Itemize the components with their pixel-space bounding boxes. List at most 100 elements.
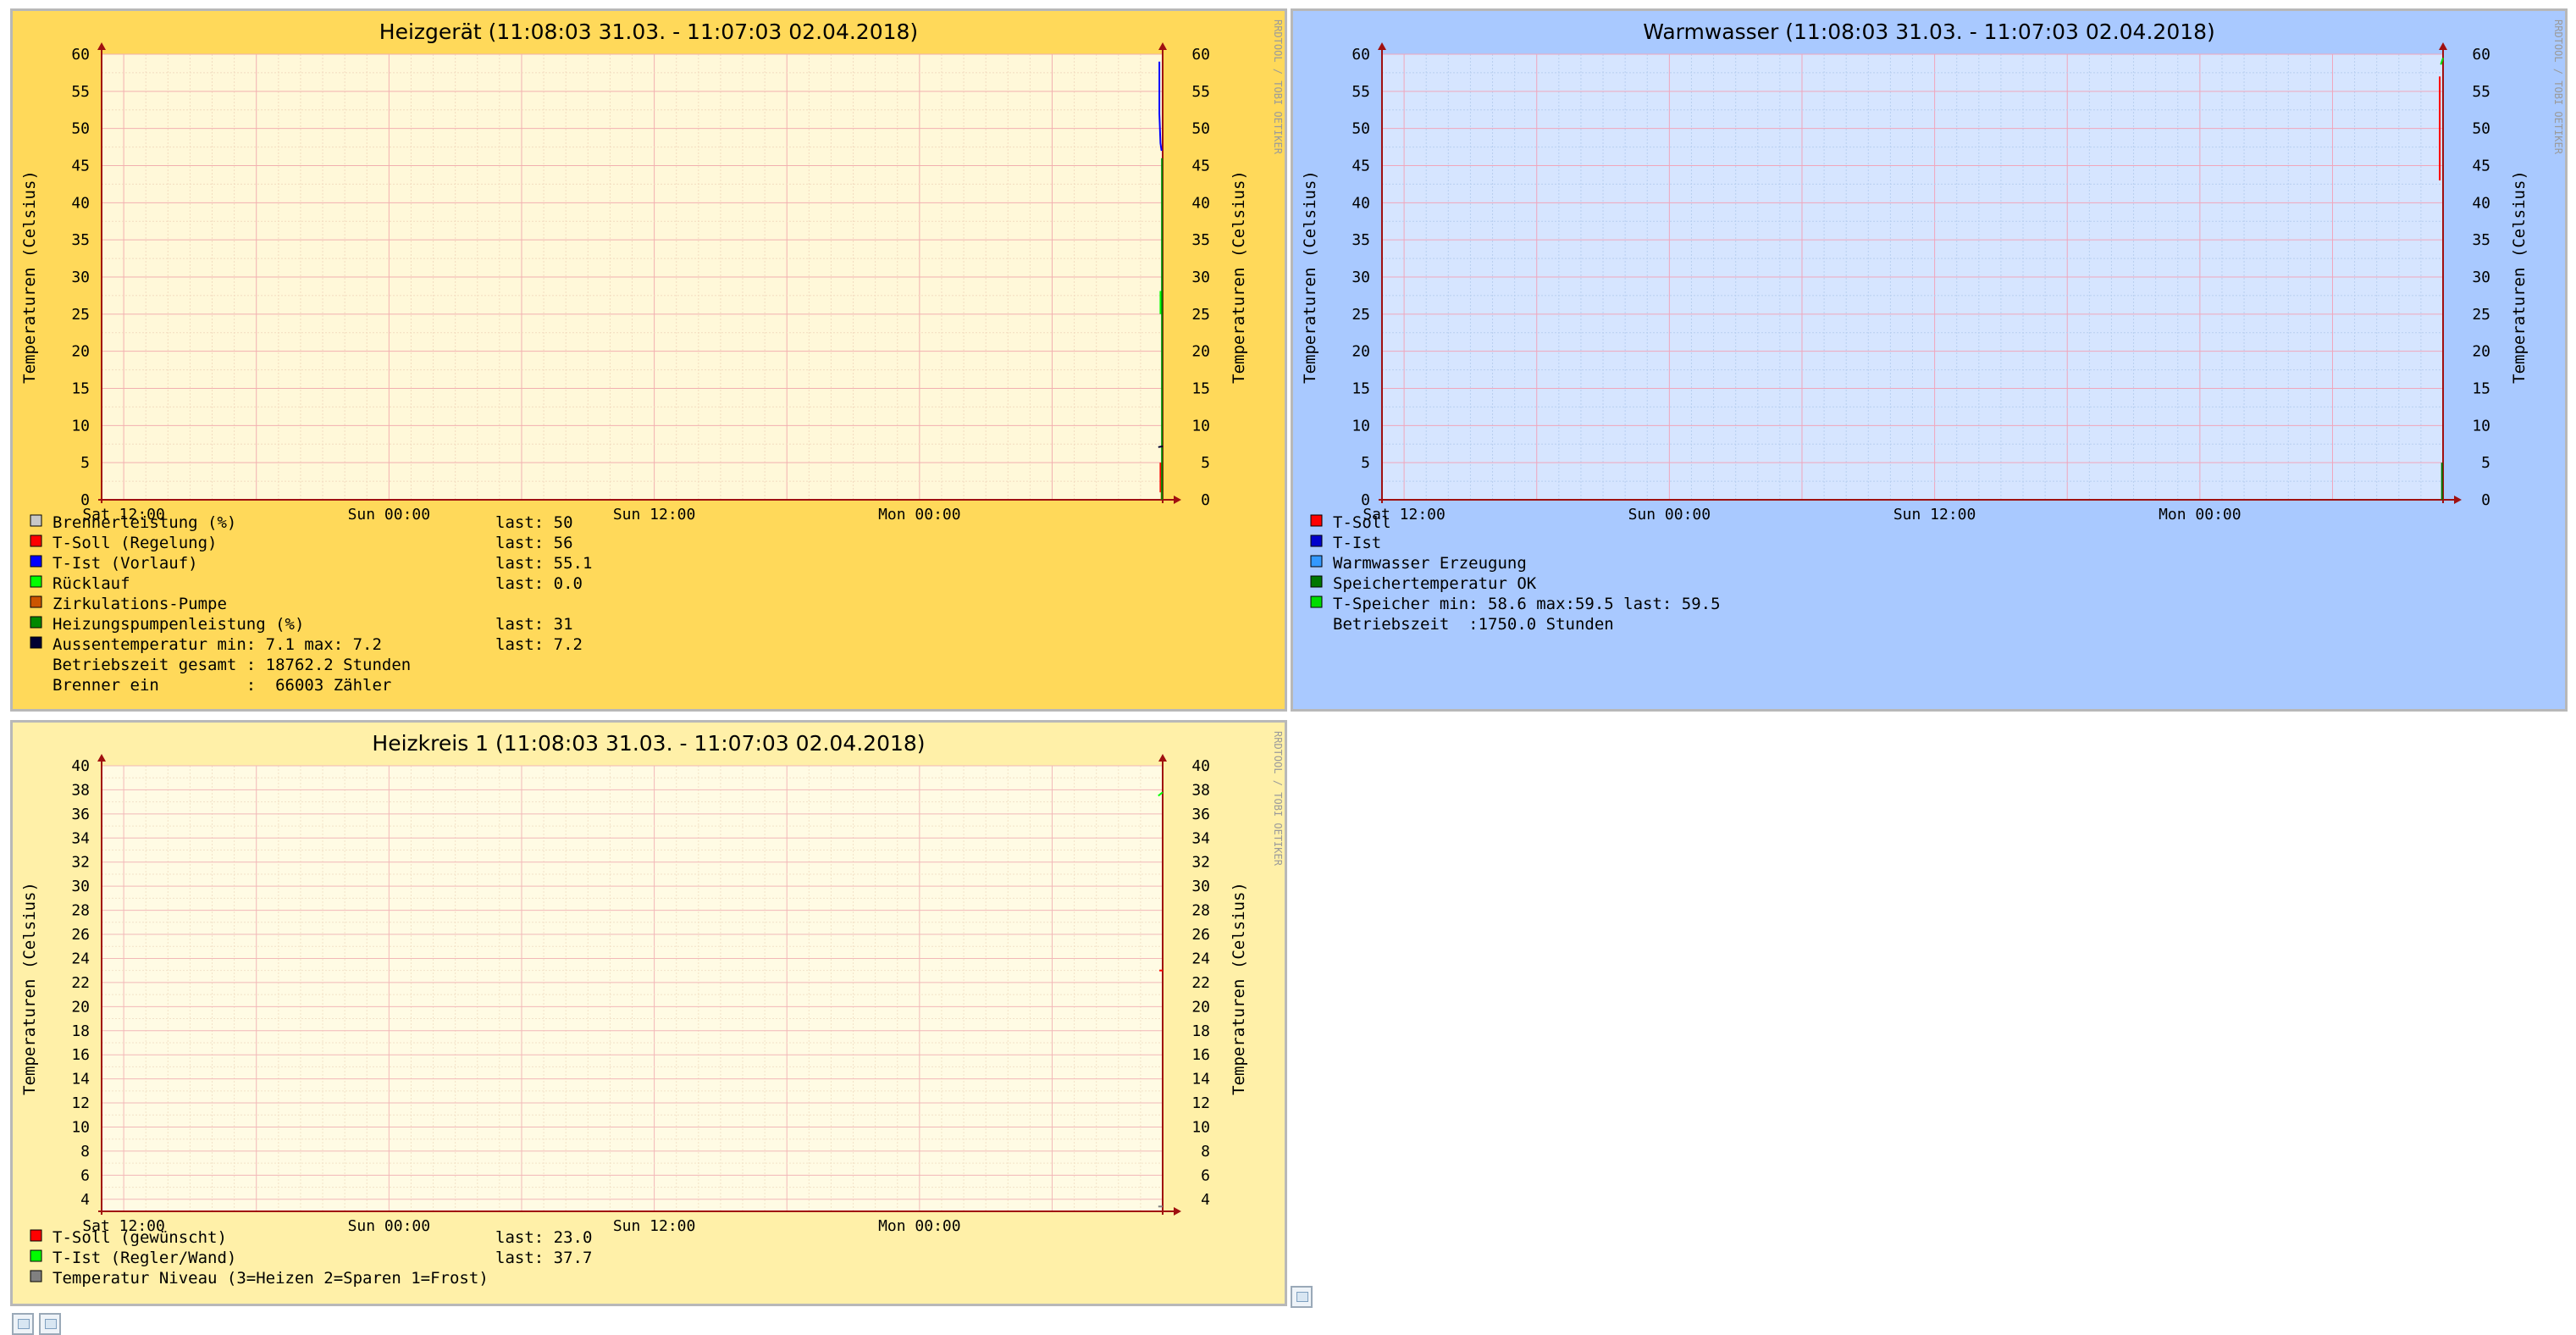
legend-swatch <box>30 595 42 608</box>
y-tick-label-right: 20 <box>1191 998 1210 1016</box>
x-tick-label: Sun 12:00 <box>613 1217 696 1235</box>
warmwasser-chart: Warmwasser (11:08:03 31.03. - 11:07:03 0… <box>1291 8 2568 712</box>
y-axis-right-arrow <box>1158 754 1167 762</box>
y-tick-label-right: 10 <box>2472 417 2490 435</box>
y-tick-label-left: 18 <box>71 1022 90 1040</box>
y-axis-left-arrow <box>1378 42 1386 50</box>
y-tick-label-right: 40 <box>1191 194 1210 212</box>
y-tick-label-left: 50 <box>1352 120 1370 138</box>
chart-title: Warmwasser (11:08:03 31.03. - 11:07:03 0… <box>1643 19 2215 44</box>
y-axis-label-right: Temperaturen (Celsius) <box>1230 170 1248 384</box>
y-tick-label-left: 40 <box>71 757 90 775</box>
legend-swatch <box>30 636 42 649</box>
legend-swatch <box>1310 535 1323 547</box>
y-tick-label-right: 12 <box>1191 1094 1210 1112</box>
y-tick-label-right: 22 <box>1191 974 1210 992</box>
y-tick-label-right: 32 <box>1191 854 1210 872</box>
y-tick-label-right: 10 <box>1191 417 1210 435</box>
y-tick-label-right: 30 <box>1191 878 1210 895</box>
plot-area <box>102 766 1163 1211</box>
y-tick-label-right: 16 <box>1191 1046 1210 1064</box>
legend-swatch <box>1310 514 1323 527</box>
heizgeraet-chart-svg: Heizgerät (11:08:03 31.03. - 11:07:03 02… <box>20 19 1284 695</box>
legend-info-line: Betriebszeit :1750.0 Stunden <box>1333 615 1614 634</box>
y-axis-right-arrow <box>2439 42 2447 50</box>
y-tick-label-right: 5 <box>2481 454 2490 472</box>
y-tick-label-right: 50 <box>2472 120 2490 138</box>
y-tick-label-right: 28 <box>1191 902 1210 920</box>
y-tick-label-left: 6 <box>80 1166 90 1184</box>
y-tick-label-right: 40 <box>2472 194 2490 212</box>
y-tick-label-left: 32 <box>71 854 90 872</box>
y-tick-label-right: 5 <box>1201 454 1210 472</box>
legend-swatch <box>1310 555 1323 568</box>
y-tick-label-left: 34 <box>71 829 90 847</box>
legend-swatch <box>1310 575 1323 588</box>
y-tick-label-right: 60 <box>2472 46 2490 64</box>
legend-swatch <box>30 514 42 527</box>
legend-label: Speichertemperatur OK <box>1333 574 1537 593</box>
x-tick-label: Sun 12:00 <box>1893 506 1976 523</box>
y-tick-label-right: 15 <box>2472 380 2490 398</box>
legend-last-value: last: 55.1 <box>495 554 592 573</box>
legend-label: T-Soll (Regelung) <box>53 534 217 552</box>
y-tick-label-left: 10 <box>1352 417 1370 435</box>
x-tick-label: Sun 00:00 <box>348 1217 431 1235</box>
legend-label: T-Speicher min: 58.6 max:59.5 last: 59.5 <box>1333 595 1721 613</box>
x-axis-arrow <box>1174 1207 1181 1216</box>
broken-image-icon <box>12 1313 34 1335</box>
broken-image-icon <box>1291 1286 1313 1308</box>
y-tick-label-right: 55 <box>2472 83 2490 101</box>
y-axis-right-arrow <box>1158 42 1167 50</box>
y-tick-label-left: 55 <box>71 83 90 101</box>
legend-label: Zirkulations-Pumpe <box>53 595 227 613</box>
legend-swatch <box>30 616 42 629</box>
chart-title: Heizkreis 1 (11:08:03 31.03. - 11:07:03 … <box>372 731 925 756</box>
y-tick-label-left: 15 <box>71 380 90 398</box>
legend-swatch <box>30 1249 42 1262</box>
y-tick-label-left: 30 <box>71 878 90 895</box>
x-tick-label: Mon 00:00 <box>878 1217 961 1235</box>
y-tick-label-right: 50 <box>1191 120 1210 138</box>
y-tick-label-right: 34 <box>1191 829 1210 847</box>
x-tick-label: Mon 00:00 <box>878 506 961 523</box>
y-tick-label-left: 40 <box>71 194 90 212</box>
y-tick-label-left: 40 <box>1352 194 1370 212</box>
y-tick-label-left: 5 <box>80 454 90 472</box>
heizkreis-chart-svg: Heizkreis 1 (11:08:03 31.03. - 11:07:03 … <box>20 731 1284 1288</box>
y-tick-label-right: 45 <box>1191 158 1210 175</box>
legend-label: Temperatur Niveau (3=Heizen 2=Sparen 1=F… <box>53 1269 489 1288</box>
legend-info-line: Betriebszeit gesamt : 18762.2 Stunden <box>53 656 411 674</box>
y-tick-label-left: 20 <box>71 998 90 1016</box>
y-tick-label-left: 30 <box>71 269 90 286</box>
y-tick-label-right: 30 <box>1191 269 1210 286</box>
y-tick-label-right: 18 <box>1191 1022 1210 1040</box>
legend-swatch <box>30 1270 42 1282</box>
x-tick-label: Sun 00:00 <box>1628 506 1711 523</box>
legend-label: T-Ist <box>1333 534 1381 552</box>
y-tick-label-left: 45 <box>1352 158 1370 175</box>
broken-image-icon <box>39 1313 61 1335</box>
y-axis-label-left: Temperaturen (Celsius) <box>1301 170 1319 384</box>
y-tick-label-left: 20 <box>1352 343 1370 361</box>
legend-last-value: last: 7.2 <box>495 635 583 654</box>
y-tick-label-left: 5 <box>1361 454 1370 472</box>
y-tick-label-right: 4 <box>1201 1191 1210 1209</box>
y-tick-label-right: 38 <box>1191 781 1210 799</box>
legend-label: T-Ist (Vorlauf) <box>53 554 198 573</box>
y-tick-label-right: 6 <box>1201 1166 1210 1184</box>
legend-last-value: last: 0.0 <box>495 574 583 593</box>
x-tick-label: Sun 12:00 <box>613 506 696 523</box>
y-axis-label-left: Temperaturen (Celsius) <box>20 170 39 384</box>
y-tick-label-left: 16 <box>71 1046 90 1064</box>
legend-label: Warmwasser Erzeugung <box>1333 554 1527 573</box>
legend-swatch <box>30 555 42 568</box>
y-tick-label-left: 25 <box>1352 306 1370 324</box>
y-tick-label-left: 30 <box>1352 269 1370 286</box>
legend-swatch <box>30 1229 42 1242</box>
series-line <box>1158 445 1164 448</box>
y-tick-label-left: 45 <box>71 158 90 175</box>
legend-label: Rücklauf <box>53 574 130 593</box>
y-tick-label-left: 4 <box>80 1191 90 1209</box>
x-axis-arrow <box>1174 496 1181 504</box>
